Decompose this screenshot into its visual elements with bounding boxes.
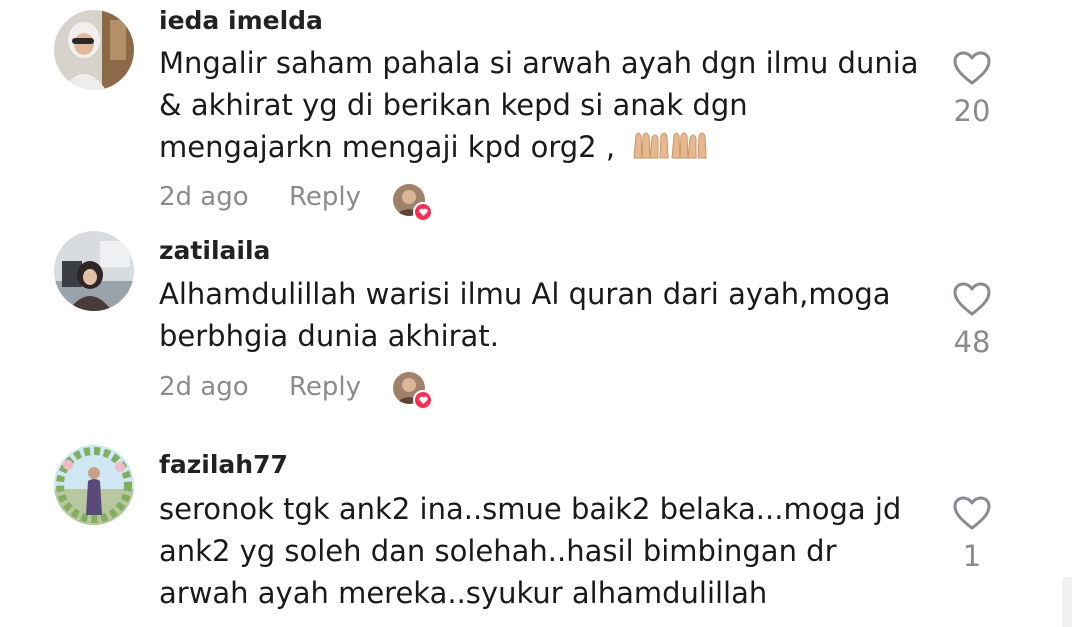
- like-button[interactable]: 1: [942, 495, 1002, 573]
- comment-username[interactable]: fazilah77: [159, 450, 288, 479]
- comment-meta: 2d ago Reply: [159, 372, 361, 402]
- like-button[interactable]: 48: [942, 281, 1002, 359]
- comment-time: 2d ago: [159, 182, 249, 212]
- comment-time: 2d ago: [159, 372, 249, 402]
- avatar[interactable]: [54, 445, 134, 525]
- scrollbar[interactable]: [1062, 577, 1072, 627]
- comment-text: Mngalir saham pahala si arwah ayah dgn i…: [159, 42, 929, 171]
- comment-text: Alhamdulillah warisi ilmu Al quran dari …: [159, 273, 929, 357]
- creator-liked-heart-icon: [413, 390, 433, 410]
- avatar[interactable]: [54, 10, 134, 90]
- comment-text-content: Alhamdulillah warisi ilmu Al quran dari …: [159, 277, 891, 353]
- comment-text-content: seronok tgk ank2 ina..smue baik2 belaka.…: [159, 492, 902, 610]
- reply-button[interactable]: Reply: [289, 182, 361, 212]
- reply-button[interactable]: Reply: [289, 372, 361, 402]
- heart-outline-icon: [953, 496, 991, 530]
- heart-outline-icon: [953, 282, 991, 316]
- like-count: 1: [962, 539, 982, 573]
- like-button[interactable]: 20: [942, 50, 1002, 128]
- comment-text-content: Mngalir saham pahala si arwah ayah dgn i…: [159, 46, 919, 164]
- creator-liked-avatar: [393, 184, 433, 222]
- heart-outline-icon: [953, 51, 991, 85]
- comment-username[interactable]: ieda imelda: [159, 6, 323, 35]
- creator-liked-heart-icon: [413, 202, 433, 222]
- avatar[interactable]: [54, 231, 134, 311]
- like-count: 20: [953, 94, 991, 128]
- creator-liked-avatar: [393, 372, 433, 410]
- like-count: 48: [953, 325, 991, 359]
- comment-meta: 2d ago Reply: [159, 182, 361, 212]
- comment-username[interactable]: zatilaila: [159, 236, 270, 265]
- comment-text: seronok tgk ank2 ina..smue baik2 belaka.…: [159, 488, 929, 614]
- praying-hands-emoji: [630, 128, 714, 171]
